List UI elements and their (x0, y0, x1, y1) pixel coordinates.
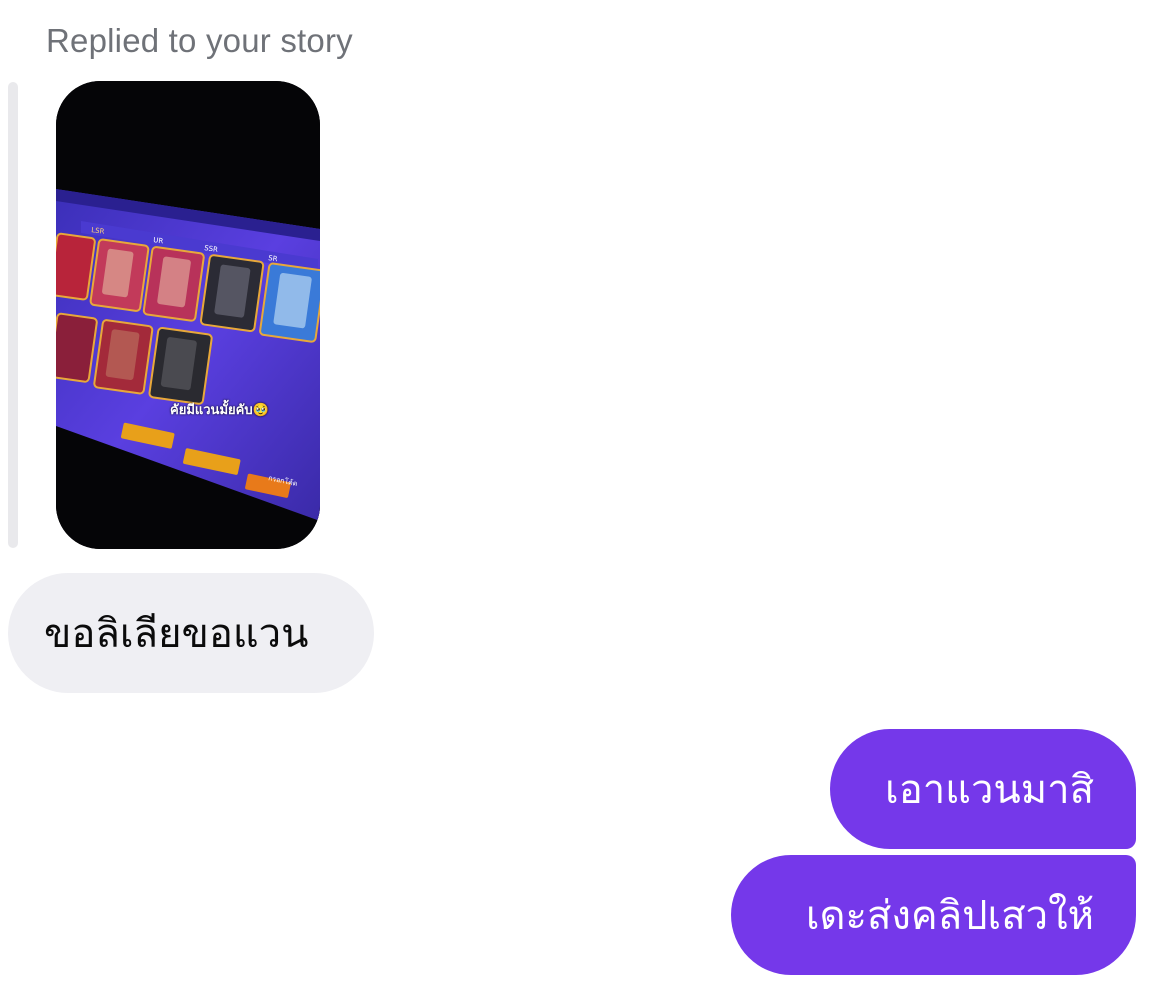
message-text: เอาแวนมาสิ (885, 767, 1094, 813)
story-thumbnail[interactable]: LSR UR SSR SR กรอกโค้ด คัยมีแวนมั้ยคับ🥹 (56, 81, 320, 549)
story-game-screen-image: LSR UR SSR SR กรอกโค้ด (56, 81, 320, 549)
story-caption: คัยมีแวนมั้ยคับ🥹 (170, 403, 269, 418)
story-quote-bar (8, 82, 18, 548)
story-tier-tab: UR (153, 236, 164, 245)
reply-context-label: Replied to your story (46, 22, 353, 59)
message-bubble-incoming[interactable]: ขอลิเลียขอแวน (8, 573, 374, 693)
message-bubble-outgoing[interactable]: เดะส่งคลิปเสวให้ (731, 855, 1136, 975)
story-tier-tab: SR (268, 254, 278, 263)
message-bubble-outgoing[interactable]: เอาแวนมาสิ (830, 729, 1136, 849)
message-text: เดะส่งคลิปเสวให้ (805, 893, 1094, 939)
message-text: ขอลิเลียขอแวน (44, 611, 309, 657)
